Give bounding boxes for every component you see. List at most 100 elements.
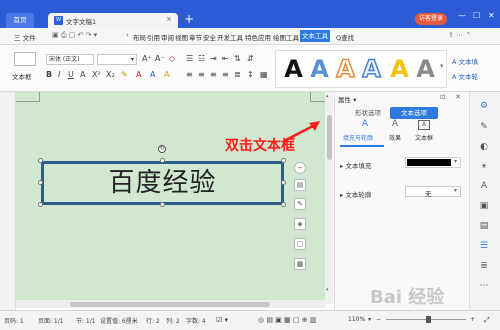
text-outline-row-label[interactable]: ▸ 文本轮廓 [340, 189, 371, 199]
menu-text-tools[interactable]: 文本工具 [300, 30, 330, 42]
visitor-login-button[interactable]: 访客登录 [415, 13, 448, 25]
tab-shape-options[interactable]: 形状选项 [338, 107, 398, 119]
bold-icon[interactable]: B [46, 70, 52, 79]
menu-references[interactable]: 引用 [147, 32, 160, 42]
ribbon-misc-icons[interactable]: ⇪ ⋯ ⌃ [448, 31, 471, 39]
vertical-scroll-thumb[interactable] [327, 115, 332, 160]
text-effect-icon[interactable]: A [164, 70, 169, 79]
new-tab-icon[interactable]: + [184, 12, 194, 26]
rotate-handle-icon[interactable]: ↻ [158, 145, 166, 153]
horizontal-scroll-thumb[interactable] [70, 302, 270, 307]
tab-home[interactable]: 首页 [6, 13, 34, 28]
subtab-textbox[interactable]: 文本框 [409, 133, 439, 142]
sidebar-shape-icon[interactable]: ◐ [478, 141, 490, 153]
textbox-icon[interactable] [14, 52, 36, 66]
align-right-icon[interactable]: ≡ [210, 70, 217, 79]
panel-pin-icon[interactable]: ⊡ [440, 93, 445, 101]
status-setting[interactable]: 设置值: 6厘米 [100, 316, 138, 325]
edit-pen-icon[interactable]: ✎ [294, 198, 306, 210]
sidebar-properties-icon[interactable]: ⚙ [478, 100, 490, 112]
sidebar-list-icon[interactable]: ≣ [478, 260, 490, 272]
line-spacing-icon[interactable]: ↕ [247, 70, 254, 79]
status-row[interactable]: 行: 2 [146, 316, 160, 325]
border-icon[interactable]: ▦ [260, 70, 268, 79]
highlight-icon[interactable]: ✎ [121, 70, 128, 79]
font-name-select[interactable]: 宋体 (正文) [46, 54, 94, 65]
font-size-select[interactable]: ▾ [97, 54, 137, 65]
panel-close-icon[interactable]: ✕ [455, 93, 461, 101]
status-column[interactable]: 列: 2 [166, 316, 180, 325]
status-icons[interactable]: ☑ ▾ [216, 316, 228, 324]
align-left-icon[interactable]: ≡ [186, 70, 193, 79]
status-pages[interactable]: 页面: 1/1 [38, 316, 64, 325]
font-color-icon[interactable]: A [136, 70, 141, 79]
menu-security[interactable]: 安全 [203, 32, 216, 42]
subtab-fill-outline[interactable]: 填充与轮廓 [343, 133, 373, 142]
textbox-settings-icon[interactable]: A [418, 120, 430, 130]
subscript-icon[interactable]: X₂ [106, 70, 115, 79]
panel-title[interactable]: 属性 ▾ [338, 94, 356, 104]
menu-devtools[interactable]: 开发工具 [217, 32, 243, 42]
text-style-blue-outline[interactable]: A [358, 54, 385, 84]
overflow-chevron-icon[interactable]: ‹ [126, 31, 129, 39]
text-fill-button[interactable]: A 文本填 [452, 56, 478, 66]
maximize-icon[interactable]: ☐ [473, 11, 480, 20]
sidebar-image-icon[interactable]: ▣ [478, 200, 490, 212]
textbox-content[interactable]: 百度经验 [41, 161, 284, 205]
outdent-icon[interactable]: ⇤ [222, 54, 229, 63]
subtab-effect[interactable]: 效果 [380, 133, 410, 142]
align-center-icon[interactable]: ≡ [198, 70, 205, 79]
scroll-down-icon[interactable]: ▾ [326, 287, 329, 293]
text-outline-select[interactable] [405, 186, 461, 197]
resize-handle-r[interactable] [281, 180, 286, 185]
resize-handle-l[interactable] [38, 180, 43, 185]
zoom-out-icon[interactable]: − [376, 316, 381, 323]
menu-features[interactable]: 特色应用 [245, 32, 271, 42]
distribute-icon[interactable]: ≣ [234, 70, 241, 79]
close-tab-icon[interactable]: × [166, 15, 172, 23]
zoom-dropdown-icon[interactable]: ▾ [368, 316, 371, 323]
fill-dropdown-icon[interactable]: ▾ [454, 158, 457, 165]
indent-icon[interactable]: ⇥ [210, 54, 217, 63]
zoom-slider-thumb[interactable] [426, 316, 431, 323]
sidebar-style-icon[interactable]: ✎ [478, 121, 490, 133]
tab-document[interactable]: W 文字文稿1 × [48, 13, 178, 28]
resize-handle-b[interactable] [160, 202, 165, 207]
list-bullets-icon[interactable]: ☰ [186, 54, 193, 63]
status-section[interactable]: 节: 1/1 [76, 316, 96, 325]
resize-handle-tr[interactable] [281, 158, 286, 163]
layout-options-icon[interactable]: ▤ [294, 179, 306, 191]
resize-handle-t[interactable] [160, 158, 165, 163]
sidebar-wand-icon[interactable]: ⚹ [478, 160, 490, 172]
sort-icon[interactable]: ⇵ [247, 54, 254, 63]
resize-handle-br[interactable] [281, 202, 286, 207]
border-box-icon[interactable]: ▢ [294, 238, 306, 250]
sidebar-more-icon[interactable]: ⋯ [478, 280, 490, 292]
menu-file[interactable]: 三 文件 [14, 32, 36, 42]
collapse-icon[interactable]: − [294, 162, 306, 174]
resize-handle-tl[interactable] [38, 158, 43, 163]
zoom-level[interactable]: 110% [348, 316, 365, 323]
underline-icon[interactable]: U [68, 70, 74, 79]
status-word-count[interactable]: 字数: 4 [186, 316, 206, 325]
effect-icon[interactable]: A [385, 119, 405, 129]
status-page-number[interactable]: 页码: 1 [4, 316, 24, 325]
text-style-gray[interactable]: A [412, 55, 439, 83]
clear-format-icon[interactable]: ◇ [169, 54, 175, 63]
menu-drawing-tools[interactable]: 绘图工具 [273, 32, 299, 42]
zoom-in-icon[interactable]: + [470, 316, 475, 323]
strikethrough-icon[interactable]: A [80, 70, 85, 79]
text-outline-button[interactable]: A 文本轮 [452, 71, 478, 81]
italic-icon[interactable]: I [58, 70, 60, 79]
gallery-more-icon[interactable]: ▾ [440, 62, 444, 70]
sidebar-sliders-icon[interactable]: ☰ [478, 240, 490, 252]
list-numbered-icon[interactable]: ☷ [198, 54, 205, 63]
sidebar-layout-icon[interactable]: ▤ [478, 220, 490, 232]
menu-view[interactable]: 视图 [175, 32, 188, 42]
resize-handle-bl[interactable] [38, 202, 43, 207]
tab-text-options[interactable]: 文本选项 [390, 107, 438, 119]
scroll-up-icon[interactable]: ▴ [326, 93, 329, 99]
menu-search[interactable]: Q查找 [336, 32, 354, 42]
text-fill-row-label[interactable]: ▸ 文本填充 [340, 160, 371, 170]
sidebar-text-icon[interactable]: A [478, 180, 490, 192]
